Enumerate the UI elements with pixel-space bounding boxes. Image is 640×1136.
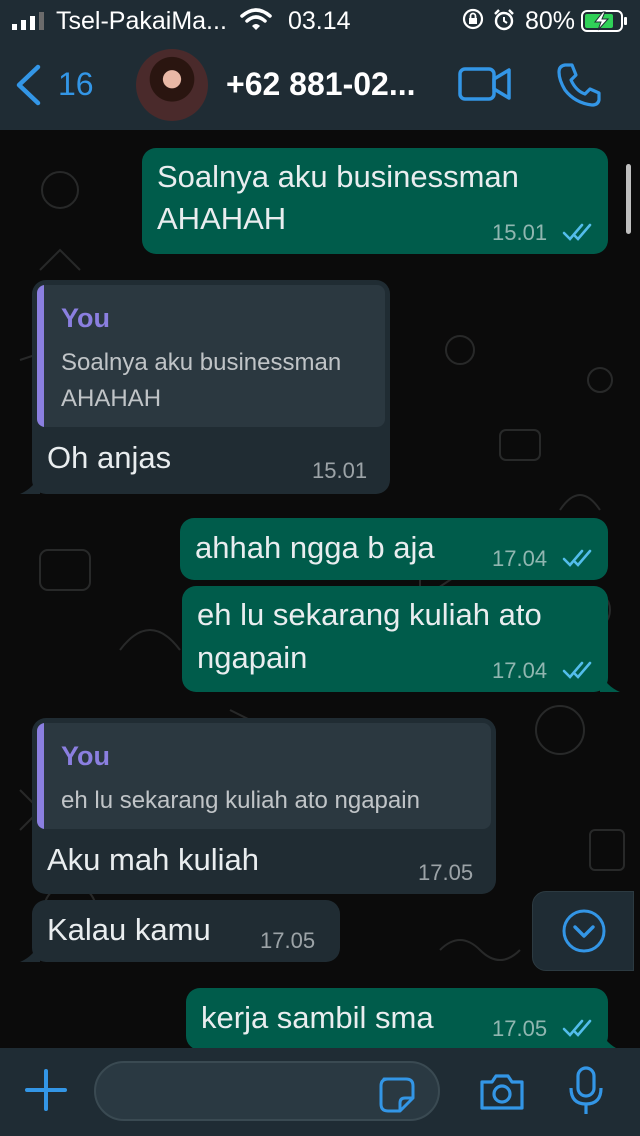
message-text: Aku mah kuliah [47, 842, 259, 877]
quote-text: eh lu sekarang kuliah ato ngapain [61, 787, 420, 814]
quote-text: Soalnya aku businessman [61, 349, 342, 376]
quote-accent-bar [37, 723, 44, 829]
unread-chats-count[interactable]: 16 [58, 66, 94, 103]
message-text: ahhah ngga b aja [195, 530, 435, 565]
message-time: 17.04 [492, 546, 548, 571]
bubble-tail [600, 672, 620, 692]
message-text: Soalnya aku businessman [157, 159, 519, 194]
camera-icon[interactable] [478, 1072, 526, 1112]
quote-author: You [61, 741, 110, 771]
chevron-down-circle-icon [562, 909, 606, 953]
contact-name[interactable]: +62 881-02... [226, 66, 415, 103]
outgoing-message[interactable]: ahhah ngga b aja 17.04 [180, 518, 608, 580]
microphone-icon[interactable] [568, 1066, 604, 1116]
carrier-name: Tsel-PakaiMa... [56, 7, 227, 35]
incoming-message[interactable]: You Soalnya aku businessman AHAHAH Oh an… [20, 280, 390, 494]
quote-text: AHAHAH [61, 385, 162, 412]
battery-charging-icon [581, 10, 627, 32]
outgoing-message[interactable]: eh lu sekarang kuliah ato ngapain 17.04 [182, 586, 620, 692]
message-time: 17.05 [492, 1016, 548, 1041]
chat-header: 16 +62 881-02... [0, 40, 640, 130]
battery-percentage: 80% [525, 7, 576, 35]
read-receipt-icon [562, 1019, 592, 1037]
message-time: 15.01 [312, 458, 368, 483]
back-chevron-icon[interactable] [14, 64, 42, 106]
message-text: Kalau kamu [47, 912, 211, 947]
wifi-icon [240, 8, 272, 30]
read-receipt-icon [562, 223, 592, 241]
chat-scrollbar[interactable] [626, 164, 631, 234]
video-call-icon[interactable] [458, 66, 512, 102]
scroll-to-bottom-button[interactable] [532, 891, 634, 971]
bubble-tail [600, 1030, 616, 1048]
message-text: AHAHAH [157, 201, 287, 236]
message-text: ngapain [197, 640, 308, 675]
cellular-signal-icon [12, 12, 44, 30]
message-text: eh lu sekarang kuliah ato [197, 597, 542, 632]
message-time: 15.01 [492, 220, 548, 245]
message-text: kerja sambil sma [201, 1000, 434, 1035]
contact-avatar[interactable] [136, 49, 208, 121]
outgoing-message[interactable]: Soalnya aku businessman AHAHAH 15.01 [142, 148, 608, 254]
quoted-message[interactable]: You eh lu sekarang kuliah ato ngapain [37, 723, 491, 829]
read-receipt-icon [562, 661, 592, 679]
message-list[interactable]: Soalnya aku businessman AHAHAH 15.01 You… [0, 130, 640, 1048]
incoming-message[interactable]: You eh lu sekarang kuliah ato ngapain Ak… [32, 718, 496, 894]
message-text: Oh anjas [47, 440, 172, 475]
alarm-icon [494, 9, 514, 31]
read-receipt-icon [562, 549, 592, 567]
sticker-icon[interactable] [378, 1076, 416, 1114]
message-time: 17.05 [418, 860, 474, 885]
incoming-message[interactable]: Kalau kamu 17.05 [20, 900, 340, 962]
voice-call-icon[interactable] [556, 62, 602, 108]
orientation-lock-icon [462, 8, 484, 30]
message-time: 17.04 [492, 658, 548, 683]
bubble-tail [20, 942, 40, 962]
message-time: 17.05 [260, 928, 316, 953]
quote-author: You [61, 303, 110, 333]
message-composer [0, 1048, 640, 1136]
outgoing-message[interactable]: kerja sambil sma 17.05 [186, 988, 616, 1048]
plus-icon[interactable] [24, 1068, 68, 1112]
quoted-message[interactable]: You Soalnya aku businessman AHAHAH [37, 285, 385, 427]
status-time: 03.14 [288, 7, 351, 35]
quote-accent-bar [37, 285, 44, 427]
status-bar: Tsel-PakaiMa... 03.14 80% [0, 0, 640, 40]
bubble-tail [20, 474, 40, 494]
